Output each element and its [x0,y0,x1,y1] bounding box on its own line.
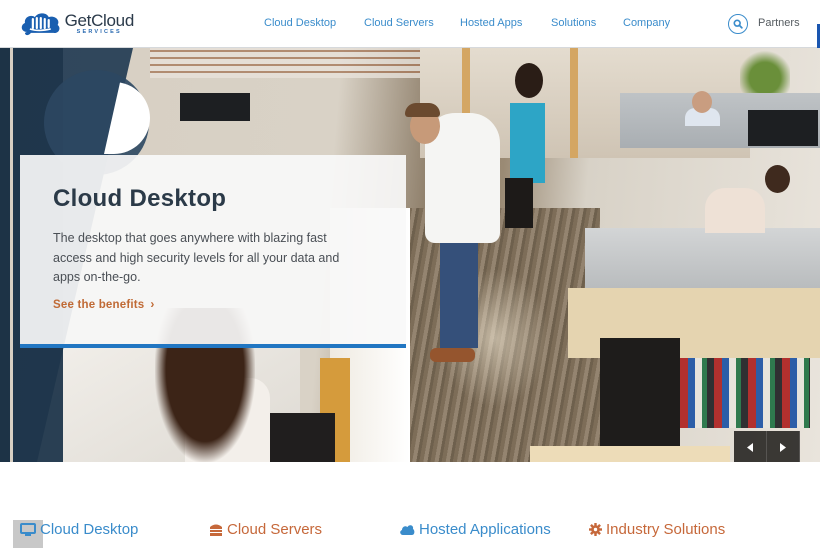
photo-person [405,103,440,117]
photo-desk [530,446,730,462]
arrow-right-icon [780,442,786,452]
slide-card-accent-bar [20,344,406,348]
photo-bin [260,413,335,462]
arrow-left-icon [747,442,753,452]
photo-person [705,188,765,233]
photo-person [692,91,712,113]
partners-link[interactable]: Partners [758,17,800,29]
navy-decor-strip [0,48,10,462]
cloud-icon [400,524,415,535]
category-label: Hosted Applications [419,521,551,538]
search-button[interactable] [728,14,748,34]
photo-partition [585,228,820,288]
slider-prev-button[interactable] [734,431,767,462]
photo-books [680,358,810,428]
slide-caption-card: Cloud Desktop The desktop that goes anyw… [20,155,406,348]
search-icon [733,19,743,29]
see-benefits-link[interactable]: See the benefits › [53,297,155,311]
cloud-logo-icon [21,13,60,36]
nav-cloud-servers[interactable]: Cloud Servers [364,17,436,29]
see-benefits-label: See the benefits [53,299,145,311]
logo[interactable]: GetCloud SERVICES [19,9,134,39]
photo-person [440,238,478,348]
category-industry-solutions[interactable]: Industry Solutions [589,521,725,538]
gear-icon [589,523,602,536]
slider-controls [734,431,800,462]
chevron-right-icon: › [150,297,155,311]
photo-person [510,103,545,183]
photo-person [515,63,543,98]
site-header: GetCloud SERVICES Cloud Desktop Cloud Se… [0,0,820,48]
category-label: Cloud Desktop [40,521,139,538]
monitor-icon [20,522,36,536]
category-links: Cloud Desktop Cloud Servers Hosted Appli… [0,505,820,548]
slide-description: The desktop that goes anywhere with blaz… [53,231,340,284]
hero-slider: Cloud Desktop The desktop that goes anyw… [0,48,820,462]
main-nav: Cloud Desktop Cloud Servers Hosted Apps … [264,17,695,29]
category-cloud-servers[interactable]: Cloud Servers [209,521,322,538]
photo-door-frame [570,48,578,158]
nav-solutions[interactable]: Solutions [551,17,599,29]
photo-plant [740,48,790,98]
logo-name: GetCloud [64,11,135,31]
slide-title: Cloud Desktop [53,185,227,212]
logo-subtitle: SERVICES [76,29,122,36]
category-label: Industry Solutions [606,521,726,538]
photo-file-cabinet [600,338,680,453]
nav-cloud-desktop[interactable]: Cloud Desktop [264,17,339,29]
category-hosted-applications[interactable]: Hosted Applications [399,521,551,538]
photo-monitor [748,110,818,146]
slider-next-button[interactable] [767,431,800,462]
photo-person [430,348,475,362]
nav-hosted-apps[interactable]: Hosted Apps [460,17,526,29]
photo-person [765,165,790,193]
category-label: Cloud Servers [227,521,323,538]
photo-person [505,178,533,228]
server-icon [210,524,222,536]
photo-monitor [180,93,250,121]
nav-company[interactable]: Company [623,17,670,29]
category-cloud-desktop[interactable]: Cloud Desktop [20,521,138,538]
photo-window-blinds [150,48,420,78]
